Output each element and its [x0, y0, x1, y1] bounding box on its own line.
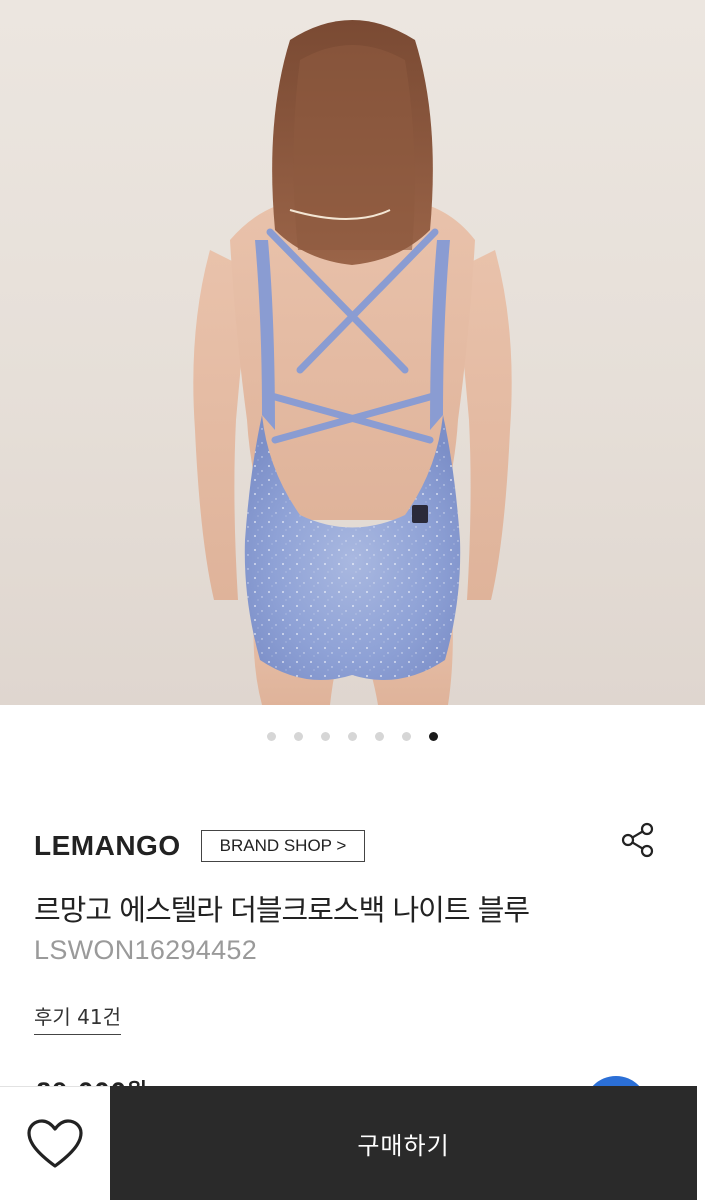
brand-shop-button[interactable]: BRAND SHOP >	[200, 830, 366, 862]
buy-button[interactable]: 구매하기	[110, 1086, 697, 1200]
share-button[interactable]	[618, 820, 658, 860]
carousel-dot[interactable]	[402, 731, 411, 741]
product-title: 르망고 에스텔라 더블크로스백 나이트 블루	[34, 893, 530, 927]
carousel-dot[interactable]	[375, 731, 384, 741]
carousel-dot[interactable]	[294, 731, 303, 741]
carousel-dot[interactable]	[429, 731, 438, 741]
product-code: LSWON16294452	[34, 935, 258, 965]
brand-row: LEMANGO BRAND SHOP >	[34, 822, 674, 870]
carousel-dot[interactable]	[348, 731, 357, 741]
reviews-link[interactable]: 후기 41건	[34, 1001, 122, 1035]
purchase-bar: 구매하기	[0, 1086, 705, 1201]
share-icon	[621, 822, 654, 858]
carousel-dot[interactable]	[267, 731, 276, 741]
carousel-dot[interactable]	[321, 731, 330, 741]
heart-icon	[27, 1119, 83, 1168]
wishlist-button[interactable]	[0, 1086, 110, 1201]
brand-name[interactable]: LEMANGO	[34, 830, 181, 862]
product-image[interactable]	[0, 0, 705, 705]
carousel-pagination	[0, 727, 705, 745]
model-photo	[193, 20, 512, 705]
